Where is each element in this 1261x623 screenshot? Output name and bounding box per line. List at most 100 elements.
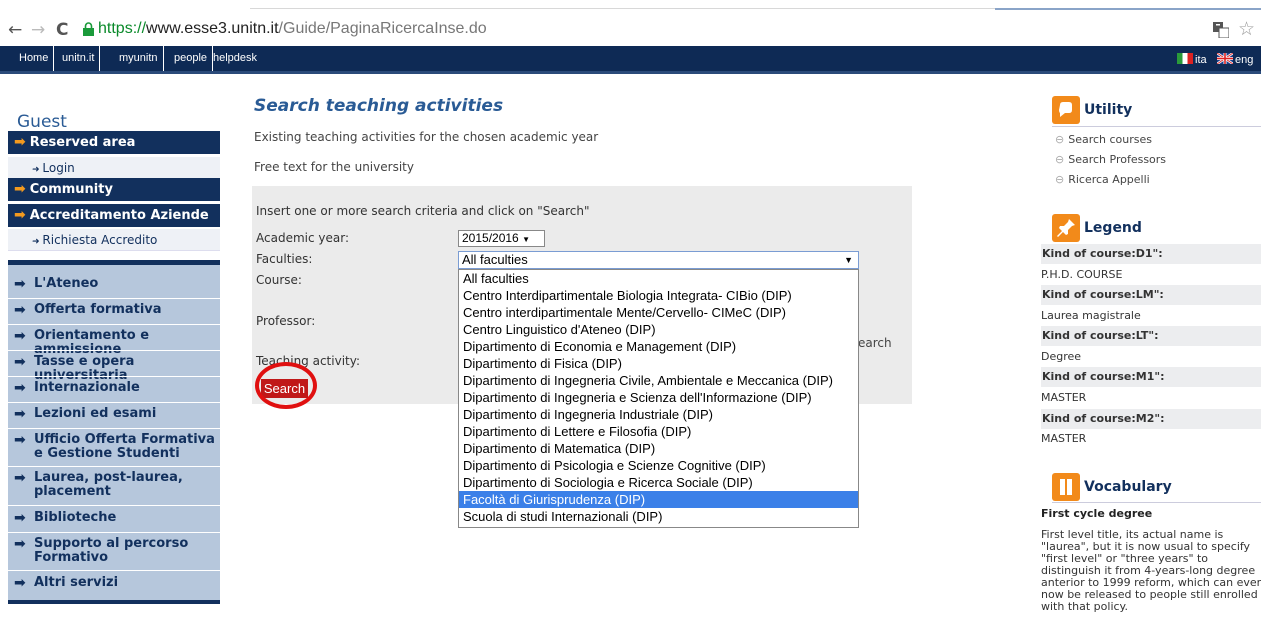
divider [8,428,220,429]
utility-link-search-professors[interactable]: ⊖ Search Professors [1055,153,1166,166]
vocabulary-definition: First level title, its actual name is "l… [1041,528,1261,613]
dropdown-option[interactable]: Dipartimento di Fisica (DIP) [459,355,858,372]
lang-ita-link[interactable]: ita [1177,53,1207,66]
legend-value: P.H.D. COURSE [1041,268,1123,281]
highlight-circle [255,362,317,409]
legend-pin-icon [1052,214,1080,242]
arrow-right-icon: ➡ [14,510,26,526]
sidebar-accreditamento[interactable]: ➡ Accreditamento Aziende [8,204,220,227]
legend-value: Degree [1041,350,1082,363]
arrow-right-icon: ➡ [14,536,26,552]
sidebar-menu: ➡ L'Ateneo ➡ Offerta formativa ➡ Orientamen… [8,260,220,604]
sidebar-reserved-area[interactable]: ➡ Reserved area [8,131,220,154]
dropdown-option[interactable]: Dipartimento di Lettere e Filosofia (DIP… [459,423,858,440]
bullet-icon: ⊖ [1055,133,1065,146]
small-arrow-icon: ➜ [32,165,43,175]
dropdown-option[interactable]: All faculties [459,270,858,287]
dropdown-arrow-icon: ▼ [522,235,530,244]
divider [8,505,220,506]
uk-flag-icon [1217,53,1233,64]
dropdown-option[interactable]: Centro Interdipartimentale Biologia Inte… [459,287,858,304]
search-instructions: Insert one or more search criteria and c… [256,204,590,218]
vocabulary-term: First cycle degree [1041,507,1153,520]
arrow-right-icon: ➡ [14,134,26,150]
arrow-right-icon: ➡ [14,406,26,422]
academic-year-label: Academic year: [256,231,349,245]
dropdown-option[interactable]: Dipartimento di Matematica (DIP) [459,440,858,457]
nav-helpdesk[interactable]: helpdesk [208,46,262,71]
nav-unitn[interactable]: unitn.it [57,46,101,71]
dropdown-option[interactable]: Dipartimento di Ingegneria Industriale (… [459,406,858,423]
sidebar-login-link[interactable]: ➜ Login [8,157,220,179]
free-text-link[interactable]: Free text for the university [254,160,414,174]
legend-key: Kind of course:D1": [1041,244,1261,264]
legend-key: Kind of course:LM": [1041,285,1261,305]
divider [8,324,220,325]
lock-icon [83,22,94,36]
translate-icon[interactable] [1213,22,1229,38]
legend-key: Kind of course:M2": [1041,409,1261,429]
arrow-right-icon: ➡ [14,328,26,344]
bullet-icon: ⊖ [1055,153,1065,166]
back-icon[interactable]: ← [8,20,22,40]
guest-heading: Guest [17,112,67,132]
legend-value: MASTER [1041,391,1087,404]
italy-flag-icon [1177,53,1193,64]
address-bar[interactable]: https://www.esse3.unitn.it/Guide/PaginaR… [80,18,1210,42]
divider [1052,126,1261,127]
legend-key: Kind of course:M1": [1041,367,1261,387]
nav-myunitn[interactable]: myunitn [114,46,164,71]
dropdown-option[interactable]: Dipartimento di Economia e Management (D… [459,338,858,355]
page-subtitle: Existing teaching activities for the cho… [254,130,599,144]
legend-value: MASTER [1041,432,1087,445]
nav-home[interactable]: Home [14,46,55,71]
faculties-label: Faculties: [256,252,313,266]
divider [8,532,220,533]
arrow-right-icon: ➡ [14,470,26,486]
dropdown-option[interactable]: Dipartimento di Ingegneria Civile, Ambie… [459,372,858,389]
bullet-icon: ⊖ [1055,173,1065,186]
forward-icon[interactable]: → [31,20,45,40]
dropdown-arrow-icon: ▼ [844,255,853,265]
utility-link-search-courses[interactable]: ⊖ Search courses [1055,133,1152,146]
dropdown-option[interactable]: Centro Linguistico d'Ateneo (DIP) [459,321,858,338]
dropdown-option[interactable]: Dipartimento di Psicologia e Scienze Cog… [459,457,858,474]
academic-year-select[interactable]: 2015/2016 ▼ [458,230,545,247]
faculties-select[interactable]: All faculties ▼ [458,251,859,269]
bookmark-star-icon[interactable]: ☆ [1238,18,1255,40]
vocabulary-book-icon [1052,473,1080,501]
sidebar-richiesta-link[interactable]: ➜ Richiesta Accredito [8,229,220,251]
arrow-right-icon: ➡ [14,575,26,591]
dropdown-option[interactable]: Dipartimento di Sociologia e Ricerca Soc… [459,474,858,491]
tab-strip-accent [995,8,1261,10]
search-text-partial: earch [858,336,892,350]
divider [8,298,220,299]
lang-eng-link[interactable]: eng [1217,53,1253,66]
professor-label: Professor: [256,314,316,328]
sidebar-community[interactable]: ➡ Community [8,178,220,201]
dropdown-option[interactable]: Dipartimento di Ingegneria e Scienza del… [459,389,858,406]
faculties-dropdown-list: All faculties Centro Interdipartimentale… [458,269,859,528]
divider [1052,502,1261,503]
arrow-right-icon: ➡ [14,380,26,396]
legend-key: Kind of course:LT": [1041,326,1261,346]
divider [8,402,220,403]
utility-icon [1052,96,1080,124]
reload-icon[interactable]: C [56,20,68,40]
utility-link-ricerca-appelli[interactable]: ⊖ Ricerca Appelli [1055,173,1150,186]
arrow-right-icon: ➡ [14,181,26,197]
dropdown-option[interactable]: Scuola di studi Internazionali (DIP) [459,508,858,525]
divider [8,466,220,467]
nav-people[interactable]: people [169,46,214,71]
arrow-right-icon: ➡ [14,276,26,292]
small-arrow-icon: ➜ [32,237,43,247]
arrow-right-icon: ➡ [14,302,26,318]
arrow-right-icon: ➡ [14,432,26,448]
arrow-right-icon: ➡ [14,207,26,223]
browser-toolbar: ← → C https://www.esse3.unitn.it/Guide/P… [0,0,1261,46]
dropdown-option[interactable]: Centro interdipartimentale Mente/Cervell… [459,304,858,321]
legend-value: Laurea magistrale [1041,309,1141,322]
divider [8,570,220,571]
dropdown-option-highlighted[interactable]: Facoltà di Giurisprudenza (DIP) [459,491,858,508]
top-navigation: Home unitn.it myunitn people helpdesk it… [0,46,1261,74]
